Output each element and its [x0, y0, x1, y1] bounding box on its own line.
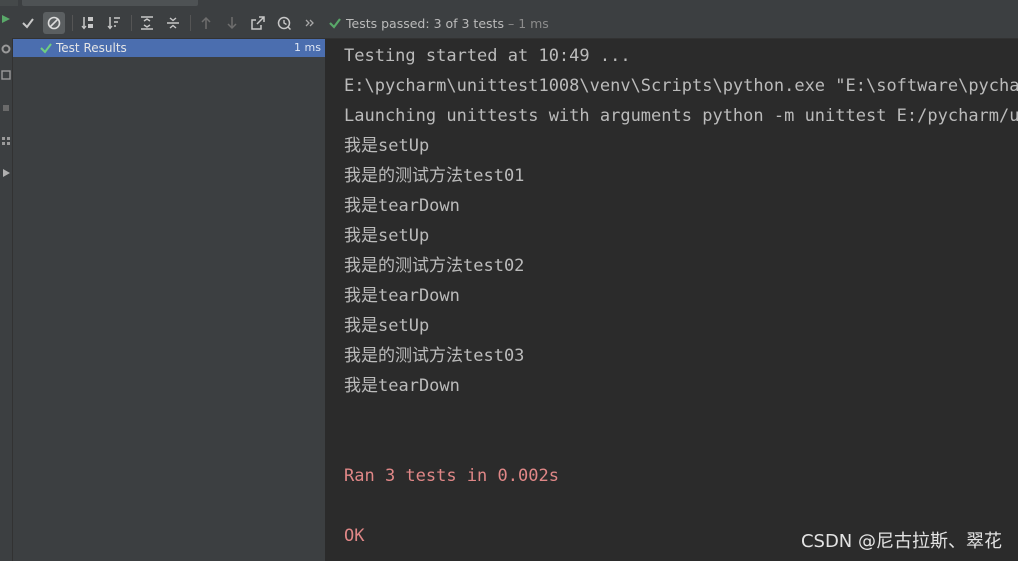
editor-tab-strip	[0, 0, 1018, 8]
arrow-up-icon	[201, 16, 211, 29]
tab-left-stub[interactable]	[0, 0, 18, 6]
grid-icon[interactable]	[1, 136, 11, 146]
sort-alphabetically-button[interactable]	[77, 12, 99, 34]
tool-window-gutter	[0, 8, 13, 561]
test-history-button[interactable]	[273, 12, 295, 34]
show-ignored-button[interactable]	[43, 12, 65, 34]
run-tool-window: Tests passed: 3 of 3 tests – 1 ms Test R…	[0, 0, 1018, 561]
checkmark-icon	[22, 18, 34, 29]
status-count: 3 of 3 tests	[433, 15, 504, 31]
collapse-all-button[interactable]	[162, 12, 184, 34]
console-line: 我是setUp	[344, 316, 430, 336]
console-line: 我是tearDown	[344, 286, 460, 306]
tree-root-label: Test Results	[56, 41, 127, 55]
sort-by-duration-button[interactable]	[103, 12, 125, 34]
console-line: 我是tearDown	[344, 376, 460, 396]
expand-all-icon	[141, 16, 153, 30]
pin-icon[interactable]	[1, 168, 11, 178]
console-line: Testing started at 10:49 ...	[344, 46, 631, 66]
toolbar-separator	[72, 15, 73, 31]
toolbar-separator	[131, 15, 132, 31]
sort-alpha-icon	[81, 17, 93, 30]
console-line: E:\pycharm\unittest1008\venv\Scripts\pyt…	[344, 76, 1018, 96]
test-tree: Test Results 1 ms	[13, 39, 326, 561]
next-failed-test-button[interactable]	[221, 12, 243, 34]
layout-icon[interactable]	[1, 70, 11, 80]
test-runner-toolbar: Tests passed: 3 of 3 tests – 1 ms	[12, 8, 1018, 39]
tree-root-test-results[interactable]: Test Results 1 ms	[13, 39, 325, 57]
arrow-down-icon	[227, 17, 237, 30]
expand-all-button[interactable]	[136, 12, 158, 34]
console-line: 我是setUp	[344, 226, 430, 246]
more-actions-button[interactable]	[302, 12, 318, 34]
console-line: 我是的测试方法test01	[344, 166, 525, 186]
console-line: Launching unittests with arguments pytho…	[344, 106, 1018, 126]
history-clock-icon	[277, 16, 291, 30]
ignored-icon	[47, 16, 61, 30]
console-summary-line: Ran 3 tests in 0.002s	[344, 466, 559, 486]
console-line: 我是tearDown	[344, 196, 460, 216]
tree-root-duration: 1 ms	[294, 41, 321, 54]
collapse-all-icon	[167, 17, 179, 29]
run-icon[interactable]	[1, 14, 11, 24]
test-status: Tests passed: 3 of 3 tests – 1 ms	[328, 8, 549, 38]
status-label: Tests passed:	[346, 15, 430, 31]
settings-icon[interactable]	[1, 44, 11, 54]
sort-duration-icon	[107, 17, 120, 30]
previous-failed-test-button[interactable]	[195, 12, 217, 34]
show-passed-button[interactable]	[17, 12, 39, 34]
run-config-tab[interactable]	[22, 0, 198, 6]
stop-icon[interactable]	[1, 103, 11, 113]
console-line: 我是的测试方法test02	[344, 256, 525, 276]
console-line: 我是setUp	[344, 136, 430, 156]
console-output[interactable]: Testing started at 10:49 ... E:\pycharm\…	[326, 39, 1018, 561]
csdn-watermark: CSDN @尼古拉斯、翠花	[800, 531, 1002, 552]
export-test-results-button[interactable]	[247, 12, 269, 34]
status-time: – 1 ms	[507, 15, 549, 31]
toolbar-separator	[190, 15, 191, 31]
pass-check-icon	[329, 18, 341, 29]
console-line: 我是的测试方法test03	[344, 346, 525, 366]
double-chevron-right-icon	[305, 19, 314, 27]
export-icon	[251, 16, 265, 30]
pass-check-icon	[40, 43, 52, 54]
console-result-line: OK	[344, 526, 365, 546]
